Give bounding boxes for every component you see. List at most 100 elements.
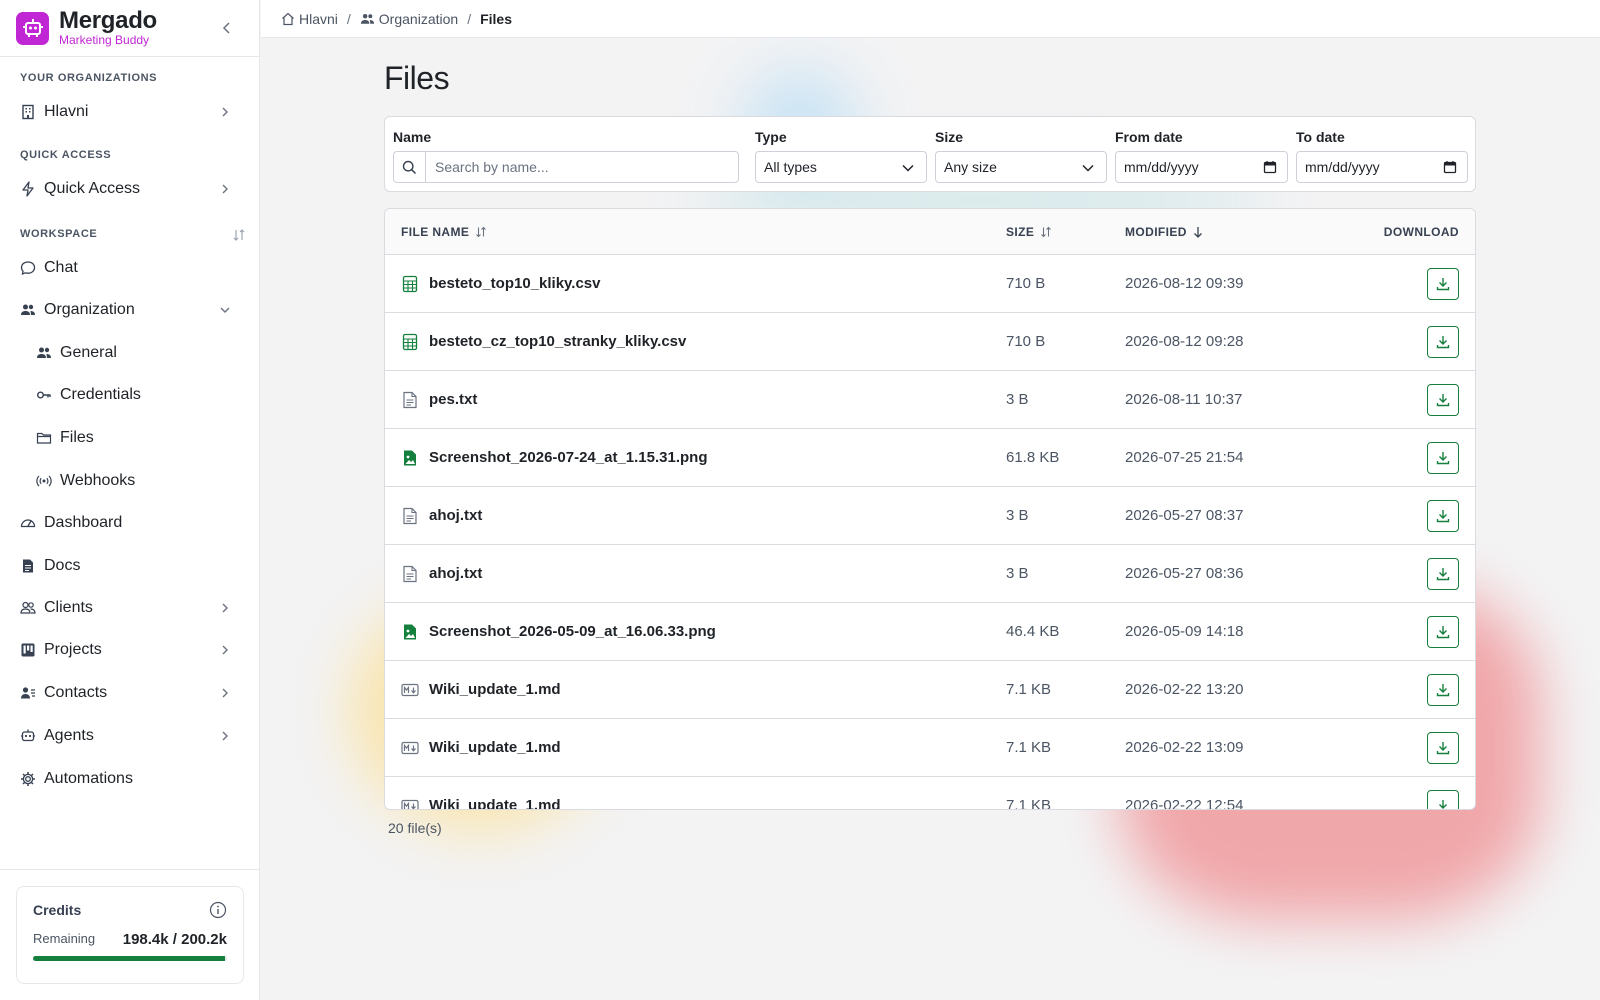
sidebar-item-label: Dashboard	[44, 514, 123, 531]
download-icon	[1435, 624, 1451, 640]
folder-icon	[36, 430, 52, 446]
section-label-workspace: WORKSPACE	[20, 228, 98, 240]
column-header-file-name[interactable]: FILE NAME	[401, 225, 487, 239]
sidebar-item-projects[interactable]: Projects	[12, 632, 248, 668]
table-row[interactable]: besteto_top10_kliky.csv 710 B 2026-08-12 0…	[385, 255, 1475, 313]
sidebar-item-quick-access[interactable]: Quick Access	[12, 171, 248, 207]
column-header-size[interactable]: SIZE	[1006, 225, 1052, 239]
table-row[interactable]: Wiki_update_1.md 7.1 KB 2026-02-22 13:09	[385, 719, 1475, 777]
table-row[interactable]: ahoj.txt 3 B 2026-05-27 08:37	[385, 487, 1475, 545]
size-select[interactable]: Any size	[935, 151, 1107, 183]
info-icon[interactable]	[209, 901, 227, 919]
collapse-sidebar-chevron-left-icon[interactable]	[219, 20, 235, 36]
table-row[interactable]: ahoj.txt 3 B 2026-05-27 08:36	[385, 545, 1475, 603]
file-size: 7.1 KB	[1006, 797, 1052, 810]
breadcrumb-item-organization[interactable]: Organization	[360, 11, 458, 27]
section-label-quick-access: QUICK ACCESS	[20, 149, 112, 161]
to-date-input[interactable]: mm/dd/yyyy	[1296, 151, 1468, 183]
calendar-icon[interactable]	[1443, 160, 1457, 174]
files-table: FILE NAME SIZE MODIFIED DOWNLOAD besteto…	[384, 208, 1476, 810]
filter-size: Size Any size	[935, 129, 1107, 183]
chevron-down-icon	[218, 303, 232, 317]
file-size: 7.1 KB	[1006, 681, 1052, 698]
filter-type: Type All types	[755, 129, 927, 183]
download-button[interactable]	[1427, 674, 1459, 706]
file-name-cell: ahoj.txt	[401, 545, 482, 602]
search-input[interactable]	[426, 159, 726, 175]
table-row[interactable]: Screenshot_2026-05-09_at_16.06.33.png 46.…	[385, 603, 1475, 661]
download-icon	[1435, 334, 1451, 350]
sidebar-item-label: Projects	[44, 641, 102, 658]
file-size: 3 B	[1006, 565, 1029, 582]
csv-file-icon	[401, 275, 419, 293]
download-button[interactable]	[1427, 616, 1459, 648]
filter-to-label: To date	[1296, 129, 1345, 145]
sidebar-item-webhooks[interactable]: Webhooks	[28, 463, 248, 499]
breadcrumb-item-hlavni[interactable]: Hlavni	[281, 11, 338, 27]
sidebar-item-clients[interactable]: Clients	[12, 590, 248, 626]
file-size: 3 B	[1006, 507, 1029, 524]
sidebar-item-credentials[interactable]: Credentials	[28, 377, 248, 413]
chevron-down-icon	[902, 163, 914, 173]
lightning-icon	[20, 181, 36, 197]
column-label: SIZE	[1006, 225, 1035, 239]
download-button[interactable]	[1427, 558, 1459, 590]
download-button[interactable]	[1427, 732, 1459, 764]
table-row[interactable]: besteto_cz_top10_stranky_kliky.csv 710 B 2…	[385, 313, 1475, 371]
download-icon	[1435, 276, 1451, 292]
sidebar-item-label: Agents	[44, 727, 94, 744]
brand-name: Mergado	[59, 6, 157, 34]
table-row[interactable]: Wiki_update_1.md 7.1 KB 2026-02-22 13:20	[385, 661, 1475, 719]
sidebar-item-docs[interactable]: Docs	[12, 548, 248, 584]
file-name: ahoj.txt	[429, 565, 483, 582]
file-name-cell: pes.txt	[401, 371, 477, 428]
file-name: Screenshot_2026-07-24_at_1.15.31.png	[429, 449, 708, 466]
file-modified: 2026-08-12 09:39	[1125, 275, 1244, 292]
table-row[interactable]: Wiki_update_1.md 7.1 KB 2026-02-22 12:54	[385, 777, 1475, 810]
sidebar-item-label: Webhooks	[60, 472, 136, 489]
filter-from-date: From date mm/dd/yyyy	[1115, 129, 1288, 183]
file-size: 710 B	[1006, 333, 1046, 350]
home-icon	[281, 12, 295, 26]
image-file-icon	[401, 449, 419, 467]
file-modified: 2026-02-22 12:54	[1125, 797, 1244, 810]
column-label: DOWNLOAD	[1383, 225, 1459, 239]
table-row[interactable]: pes.txt 3 B 2026-08-11 10:37	[385, 371, 1475, 429]
download-button[interactable]	[1427, 442, 1459, 474]
from-date-input[interactable]: mm/dd/yyyy	[1115, 151, 1288, 183]
filter-from-label: From date	[1115, 129, 1183, 145]
sidebar-item-label: General	[60, 344, 117, 361]
sidebar-item-general[interactable]: General	[28, 335, 248, 371]
type-select[interactable]: All types	[755, 151, 927, 183]
sidebar-item-agents[interactable]: Agents	[12, 718, 248, 754]
calendar-icon[interactable]	[1263, 160, 1277, 174]
sidebar-item-hlavni[interactable]: Hlavni	[12, 94, 248, 130]
sidebar-item-files[interactable]: Files	[28, 420, 248, 456]
sidebar-item-contacts[interactable]: Contacts	[12, 675, 248, 711]
download-button[interactable]	[1427, 790, 1459, 809]
file-name-cell: Wiki_update_1.md	[401, 661, 561, 718]
file-name-cell: Screenshot_2026-07-24_at_1.15.31.png	[401, 429, 708, 486]
brand-subtitle: Marketing Buddy	[59, 32, 150, 47]
table-header: FILE NAME SIZE MODIFIED DOWNLOAD	[385, 209, 1475, 255]
download-button[interactable]	[1427, 326, 1459, 358]
contacts-icon	[20, 685, 36, 701]
sidebar-item-organization[interactable]: Organization	[12, 292, 248, 328]
sidebar-item-chat[interactable]: Chat	[12, 250, 248, 286]
download-button[interactable]	[1427, 268, 1459, 300]
download-button[interactable]	[1427, 384, 1459, 416]
sidebar-item-dashboard[interactable]: Dashboard	[12, 505, 248, 541]
file-count: 20 file(s)	[388, 820, 442, 836]
broadcast-icon	[36, 473, 52, 489]
document-icon	[20, 558, 36, 574]
file-modified: 2026-02-22 13:09	[1125, 739, 1244, 756]
download-icon	[1435, 740, 1451, 756]
file-size: 7.1 KB	[1006, 739, 1052, 756]
sort-arrows-icon[interactable]	[232, 228, 246, 242]
file-modified: 2026-02-22 13:20	[1125, 681, 1244, 698]
people-icon	[36, 345, 52, 361]
sidebar-item-automations[interactable]: Automations	[12, 761, 248, 797]
table-row[interactable]: Screenshot_2026-07-24_at_1.15.31.png 61.8…	[385, 429, 1475, 487]
column-header-modified[interactable]: MODIFIED	[1125, 225, 1203, 239]
download-button[interactable]	[1427, 500, 1459, 532]
